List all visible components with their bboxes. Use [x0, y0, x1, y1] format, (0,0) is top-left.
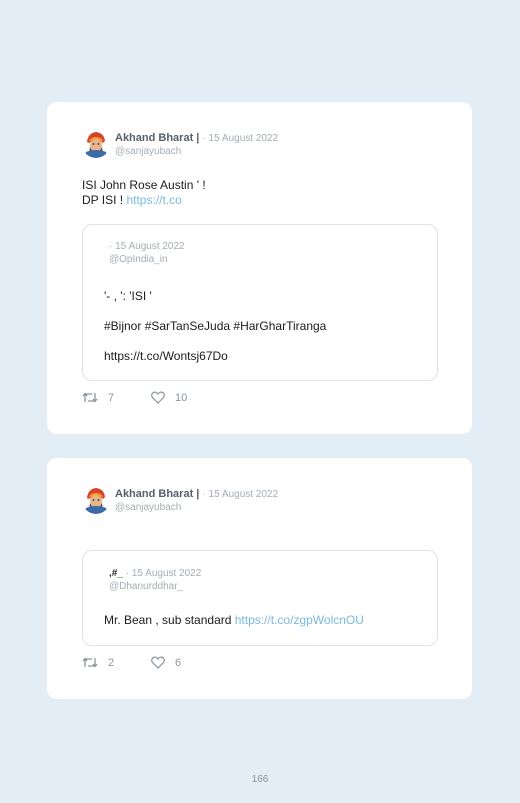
tweet-date[interactable]: · 15 August 2022: [202, 133, 278, 144]
tweet-text-line: ISI John Rose Austin ' !: [82, 178, 206, 192]
avatar[interactable]: [82, 486, 110, 514]
avatar[interactable]: [82, 130, 110, 158]
quoted-date: · 15 August 2022: [125, 568, 202, 579]
quoted-text-prefix: Mr. Bean , sub standard: [104, 613, 235, 627]
tweet-card: Akhand Bharat | · 15 August 2022 @sanjay…: [47, 458, 472, 699]
quoted-handle: @Dhanurddhar_: [109, 581, 184, 592]
quoted-text: Mr. Bean , sub standard https://t.co/zgp…: [104, 613, 364, 627]
author-line: Akhand Bharat | · 15 August 2022: [115, 488, 278, 500]
retweet-icon: [82, 657, 98, 668]
quoted-link[interactable]: https://t.co/zgpWolcnOU: [235, 613, 364, 627]
quoted-author-line: ,#_ · 15 August 2022: [109, 568, 201, 579]
tweet-text-prefix: DP ISI !: [82, 193, 127, 207]
heart-icon: [151, 656, 165, 669]
quoted-author-name: ,#_: [109, 568, 123, 579]
tweet-date[interactable]: · 15 August 2022: [202, 489, 278, 500]
retweet-button[interactable]: 2: [82, 656, 114, 669]
avatar-image: [82, 486, 110, 514]
retweet-count: 2: [108, 656, 115, 669]
quoted-text: '- , ': 'ISI ': [104, 289, 152, 303]
tweet-link[interactable]: https://t.co: [126, 193, 181, 207]
quoted-link[interactable]: https://t.co/Wontsj67Do: [104, 349, 228, 363]
page-number: 166: [251, 774, 269, 785]
like-count: 10: [175, 391, 188, 404]
author-handle[interactable]: @sanjayubach: [115, 502, 181, 513]
author-line: Akhand Bharat | · 15 August 2022: [115, 132, 278, 144]
quoted-tweet[interactable]: · 15 August 2022 @OpIndia_in '- , ': 'IS…: [82, 224, 438, 381]
quoted-handle: @OpIndia_in: [109, 254, 168, 265]
like-count: 6: [175, 656, 182, 669]
like-button[interactable]: 10: [151, 391, 187, 404]
retweet-button[interactable]: 7: [82, 391, 114, 404]
heart-icon: [151, 391, 165, 404]
author-name[interactable]: Akhand Bharat |: [115, 132, 199, 144]
quoted-hashtags[interactable]: #Bijnor #SarTanSeJuda #HarGharTiranga: [104, 319, 326, 333]
quoted-date: · 15 August 2022: [109, 241, 185, 252]
tweet-card: Akhand Bharat | · 15 August 2022 @sanjay…: [47, 102, 472, 434]
author-handle[interactable]: @sanjayubach: [115, 146, 181, 157]
tweet-text-line: DP ISI ! https://t.co: [82, 193, 206, 208]
quoted-author-line: · 15 August 2022: [109, 241, 185, 252]
retweet-icon: [82, 392, 98, 403]
retweet-count: 7: [108, 391, 115, 404]
author-name[interactable]: Akhand Bharat |: [115, 488, 199, 500]
tweet-text: ISI John Rose Austin ' ! DP ISI ! https:…: [82, 178, 206, 208]
quoted-tweet[interactable]: ,#_ · 15 August 2022 @Dhanurddhar_ Mr. B…: [82, 550, 438, 646]
avatar-image: [82, 130, 110, 158]
like-button[interactable]: 6: [151, 656, 181, 669]
